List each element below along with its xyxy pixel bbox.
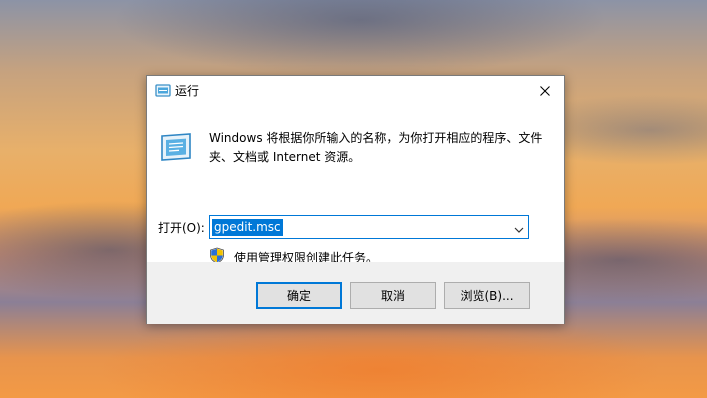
close-button[interactable] [526,76,564,105]
dialog-title: 运行 [175,84,200,98]
dialog-footer: 确定 取消 浏览(B)... [147,262,564,324]
close-icon [540,85,550,96]
run-app-icon [159,132,193,162]
dialog-description: Windows 将根据你所输入的名称，为你打开相应的程序、文件夹、文档或 Int… [209,131,543,164]
chevron-down-icon [514,227,524,233]
open-combobox[interactable]: gpedit.msc [209,215,529,239]
dropdown-button[interactable] [513,221,525,233]
title-bar[interactable]: 运行 [147,76,564,105]
open-input[interactable]: gpedit.msc [212,219,283,236]
run-app-icon [155,83,171,97]
cancel-button[interactable]: 取消 [350,282,436,309]
browse-button[interactable]: 浏览(B)... [444,282,530,309]
dialog-body: Windows 将根据你所输入的名称，为你打开相应的程序、文件夹、文档或 Int… [147,105,564,265]
run-dialog: 运行 Windows 将根据你所输入的名称，为你打开相应的程序、文件夹、文档或 … [146,75,565,324]
ok-button[interactable]: 确定 [256,282,342,309]
open-label: 打开(O): [158,221,205,235]
